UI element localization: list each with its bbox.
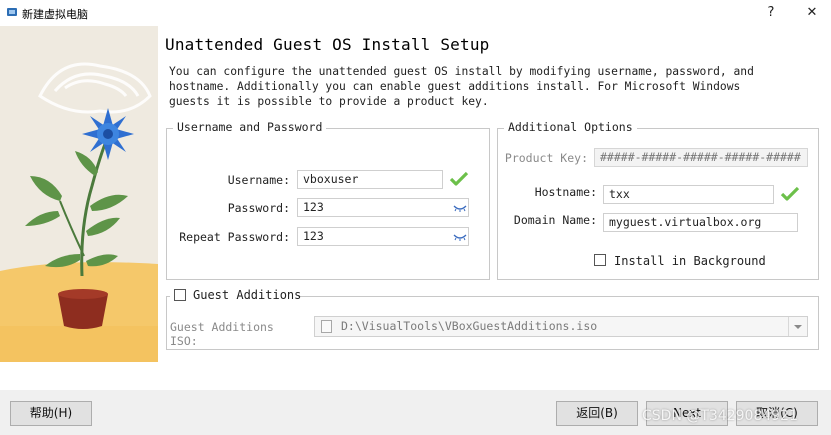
install-in-background-checkbox[interactable] xyxy=(594,254,606,266)
domain-name-label: Domain Name: xyxy=(513,213,597,227)
iso-file-icon xyxy=(321,320,332,333)
product-key-field[interactable]: #####-#####-#####-#####-##### xyxy=(594,148,808,167)
description-line: hostname. Additionally you can enable gu… xyxy=(169,80,741,93)
repeat-password-label: Repeat Password: xyxy=(179,230,290,244)
wizard-side-illustration xyxy=(0,26,158,362)
guest-additions-iso-value: D:\VisualTools\VBoxGuestAdditions.iso xyxy=(341,319,598,333)
eye-closed-icon[interactable] xyxy=(453,205,467,213)
help-icon[interactable]: ? xyxy=(757,3,785,23)
repeat-password-field[interactable]: 123 xyxy=(297,227,469,246)
username-field[interactable]: vboxuser xyxy=(297,170,443,189)
chevron-down-icon[interactable] xyxy=(788,317,807,336)
page-title: Unattended Guest OS Install Setup xyxy=(165,35,490,54)
username-label: Username: xyxy=(227,173,290,187)
guest-additions-iso-selector[interactable]: D:\VisualTools\VBoxGuestAdditions.iso xyxy=(314,316,808,337)
install-in-background-label[interactable]: Install in Background xyxy=(614,254,766,268)
group-title-username-password: Username and Password xyxy=(173,120,327,134)
guest-additions-iso-label: Guest Additions ISO: xyxy=(170,320,274,348)
title-bar: 新建虚拟电脑 ? ✕ xyxy=(0,0,831,26)
eye-closed-icon[interactable] xyxy=(453,234,467,242)
guest-additions-checkbox[interactable] xyxy=(174,289,186,301)
hostname-label: Hostname: xyxy=(534,185,597,199)
page-description: You can configure the unattended guest O… xyxy=(169,64,769,109)
description-line: You can configure the unattended guest O… xyxy=(169,65,754,78)
window-title: 新建虚拟电脑 xyxy=(22,8,88,21)
guest-additions-title[interactable]: Guest Additions xyxy=(193,288,301,302)
flower-pot-illustration xyxy=(0,26,158,362)
close-icon[interactable]: ✕ xyxy=(798,3,826,23)
group-title-additional-options: Additional Options xyxy=(504,120,637,134)
valid-check-icon xyxy=(449,171,469,186)
back-button[interactable]: 返回(B) xyxy=(556,401,638,426)
csdn-watermark: CSDN @T3429084921 xyxy=(642,408,798,424)
password-field[interactable]: 123 xyxy=(297,198,469,217)
product-key-label: Product Key: xyxy=(504,151,588,165)
virtualbox-icon xyxy=(7,8,17,16)
valid-check-icon xyxy=(780,186,800,201)
hostname-field[interactable]: txx xyxy=(603,185,774,204)
domain-name-field[interactable]: myguest.virtualbox.org xyxy=(603,213,798,232)
help-button[interactable]: 帮助(H) xyxy=(10,401,92,426)
password-label: Password: xyxy=(227,201,290,215)
description-line: guests it is possible to provide a produ… xyxy=(169,95,489,108)
